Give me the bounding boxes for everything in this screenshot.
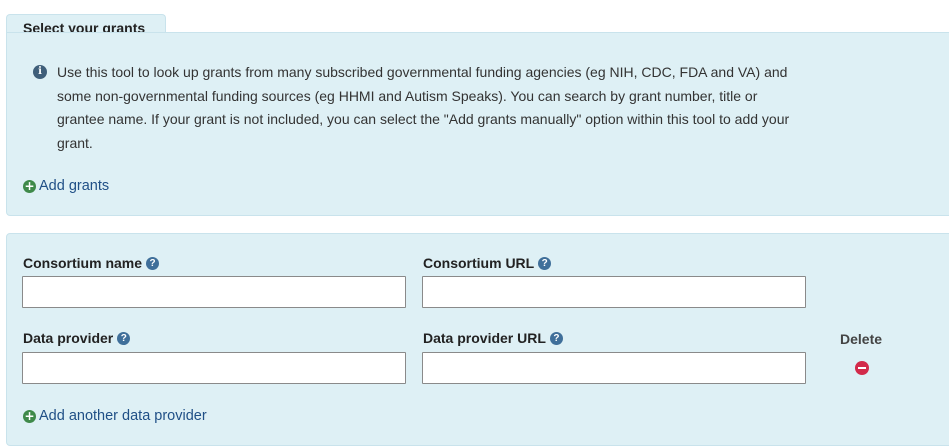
add-data-provider-label: Add another data provider xyxy=(39,408,207,424)
consortium-url-input[interactable] xyxy=(422,276,806,308)
minus-circle-icon[interactable] xyxy=(855,361,869,375)
question-circle-icon[interactable]: ? xyxy=(117,331,131,345)
question-circle-icon[interactable]: ? xyxy=(146,256,160,270)
add-grants-link[interactable]: + Add grants xyxy=(23,178,109,194)
add-data-provider-link[interactable]: + Add another data provider xyxy=(23,408,207,424)
consortium-url-label: Consortium URL ? xyxy=(423,255,552,271)
data-provider-url-label-text: Data provider URL xyxy=(423,330,546,346)
grants-info: i Use this tool to look up grants from m… xyxy=(33,61,793,155)
info-icon: i xyxy=(33,65,47,79)
grants-panel: i Use this tool to look up grants from m… xyxy=(6,32,949,216)
grants-info-text: Use this tool to look up grants from man… xyxy=(57,64,790,151)
plus-circle-icon: + xyxy=(23,408,36,423)
consortium-name-input[interactable] xyxy=(22,276,406,308)
data-provider-input[interactable] xyxy=(22,352,406,384)
data-provider-panel: Consortium name ? Consortium URL ? Data … xyxy=(6,233,949,446)
data-provider-url-label: Data provider URL ? xyxy=(423,330,563,346)
delete-column-label: Delete xyxy=(840,331,883,347)
consortium-name-label-text: Consortium name xyxy=(23,255,143,271)
plus-circle-icon: + xyxy=(23,178,36,193)
consortium-url-label-text: Consortium URL xyxy=(423,255,535,271)
question-circle-icon[interactable]: ? xyxy=(549,331,563,345)
consortium-name-label: Consortium name ? xyxy=(23,255,160,271)
data-provider-label-text: Data provider xyxy=(23,330,114,346)
add-grants-label: Add grants xyxy=(39,178,110,194)
data-provider-label: Data provider ? xyxy=(23,330,131,346)
question-circle-icon[interactable]: ? xyxy=(538,256,552,270)
data-provider-url-input[interactable] xyxy=(422,352,806,384)
